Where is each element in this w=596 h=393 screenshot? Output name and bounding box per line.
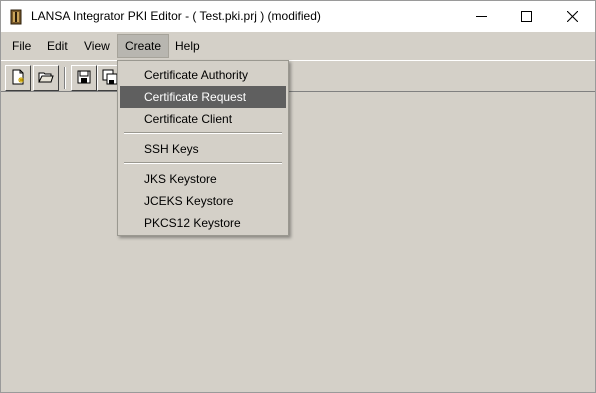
lansa-app-icon [10, 9, 22, 25]
menu-item-pkcs12-keystore[interactable]: PKCS12 Keystore [120, 212, 286, 234]
create-menu-dropdown: Certificate Authority Certificate Reques… [117, 60, 289, 236]
menu-create[interactable]: Create [117, 34, 170, 58]
window-title: LANSA Integrator PKI Editor - ( Test.pki… [31, 9, 321, 23]
minimize-button[interactable] [459, 1, 504, 32]
toolbar [1, 60, 595, 92]
menu-help[interactable]: Help [168, 34, 207, 58]
menu-separator [124, 162, 282, 164]
menu-edit[interactable]: Edit [40, 34, 75, 58]
minimize-icon [476, 11, 487, 22]
menu-item-certificate-client[interactable]: Certificate Client [120, 108, 286, 130]
title-bar[interactable]: LANSA Integrator PKI Editor - ( Test.pki… [1, 1, 595, 32]
close-icon [567, 11, 578, 22]
workspace-area[interactable] [1, 92, 595, 392]
open-folder-icon [38, 69, 54, 88]
save-all-icon [102, 69, 118, 88]
menu-item-jceks-keystore[interactable]: JCEKS Keystore [120, 190, 286, 212]
new-document-icon [10, 69, 26, 88]
menu-item-certificate-request[interactable]: Certificate Request [120, 86, 286, 108]
menu-separator [124, 132, 282, 134]
maximize-icon [521, 11, 532, 22]
close-button[interactable] [550, 1, 595, 32]
menu-view[interactable]: View [77, 34, 117, 58]
toolbar-separator [64, 67, 66, 89]
app-window: LANSA Integrator PKI Editor - ( Test.pki… [0, 0, 596, 393]
menu-item-ssh-keys[interactable]: SSH Keys [120, 138, 286, 160]
menu-item-certificate-authority[interactable]: Certificate Authority [120, 64, 286, 86]
menu-item-jks-keystore[interactable]: JKS Keystore [120, 168, 286, 190]
open-button[interactable] [33, 65, 59, 91]
menu-file[interactable]: File [5, 34, 38, 58]
menu-bar: File Edit View Create Help [1, 32, 595, 60]
new-document-button[interactable] [5, 65, 31, 91]
maximize-button[interactable] [504, 1, 549, 32]
save-icon [76, 69, 92, 88]
save-button[interactable] [71, 65, 97, 91]
